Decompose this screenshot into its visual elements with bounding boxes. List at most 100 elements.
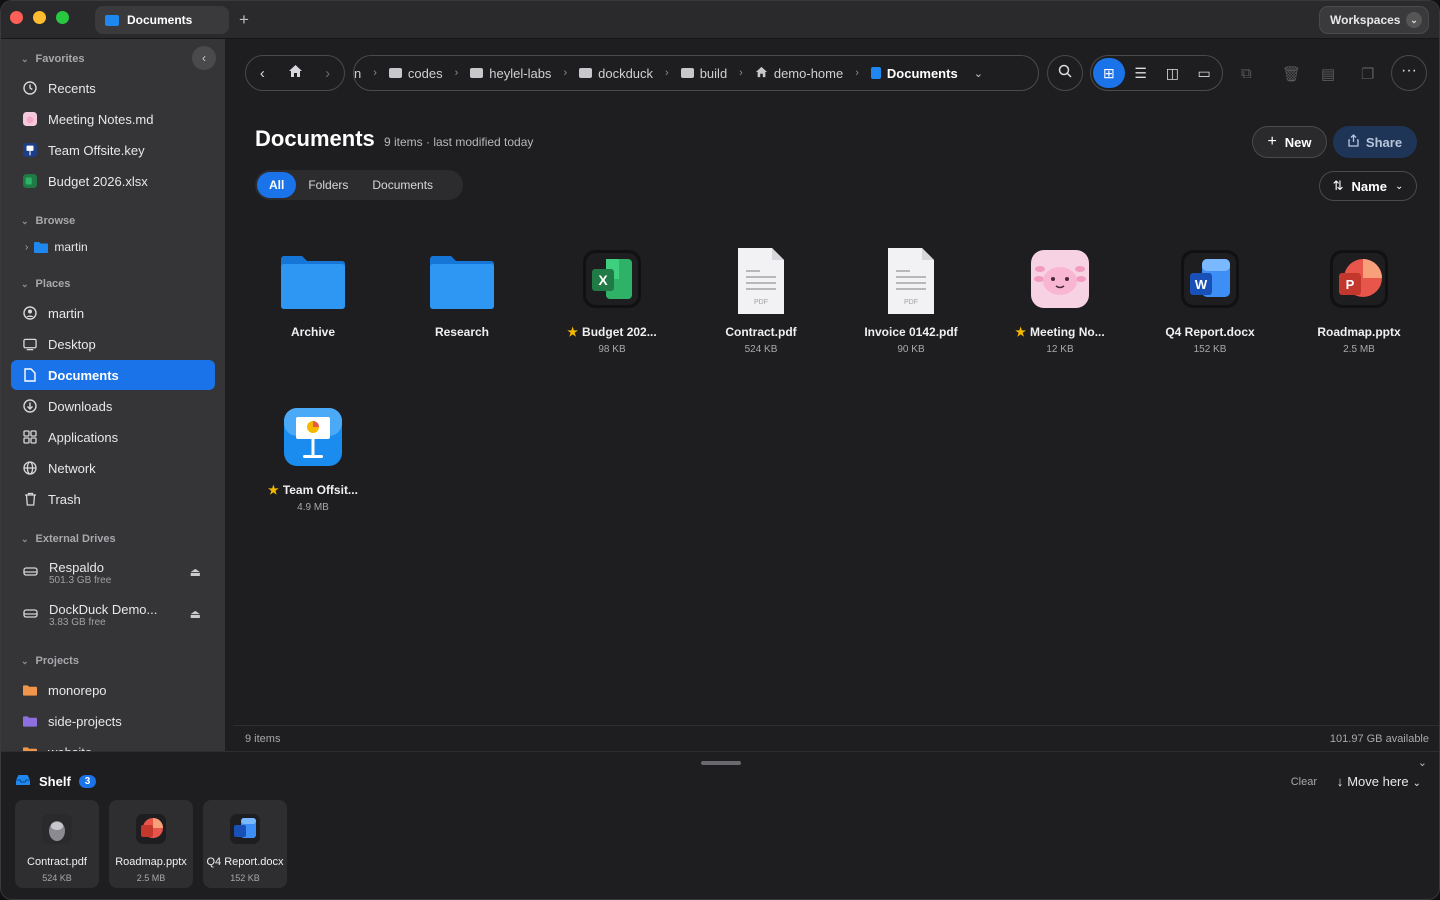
zoom-window-button[interactable]	[56, 11, 69, 24]
sidebar-section-browse[interactable]: ⌄ Browse	[21, 215, 75, 227]
section-label: Favorites	[35, 53, 85, 65]
gallery-view-icon[interactable]: ▭	[1188, 58, 1220, 88]
eject-icon[interactable]: ⏏	[190, 607, 201, 621]
grid-view-icon[interactable]: ⊞	[1093, 58, 1125, 88]
breadcrumb-item[interactable]: codes	[388, 66, 443, 81]
close-window-button[interactable]	[10, 11, 23, 24]
sidebar-section-favorites[interactable]: ⌄ Favorites	[21, 53, 84, 65]
sidebar-item-budget[interactable]: Budget 2026.xlsx	[11, 166, 215, 196]
word-icon: W	[1176, 247, 1244, 315]
more-options-button[interactable]: ···	[1391, 55, 1427, 91]
sidebar-item-browse-martin[interactable]: › martin	[11, 232, 215, 262]
file-item-roadmap[interactable]: P Roadmap.pptx 2.5 MB	[1294, 247, 1424, 355]
clear-shelf-button[interactable]: Clear	[1291, 776, 1317, 788]
list-view-icon[interactable]: ☰	[1125, 58, 1157, 88]
chevron-down-icon[interactable]: ⌄	[974, 67, 983, 80]
file-name: ★ Budget 202...	[547, 325, 677, 339]
breadcrumb-item[interactable]: dockduck	[579, 66, 653, 81]
copy-icon[interactable]: ❐	[1361, 65, 1374, 83]
tab-documents[interactable]: Documents	[95, 6, 229, 34]
breadcrumb-item-current[interactable]: Documents	[870, 65, 958, 81]
search-button[interactable]	[1047, 55, 1083, 91]
resize-handle[interactable]	[701, 761, 741, 765]
file-item-research[interactable]: Research	[397, 247, 527, 339]
archive-icon[interactable]: ▤	[1321, 65, 1335, 83]
file-item-archive[interactable]: Archive	[248, 247, 378, 339]
folder-icon	[470, 68, 484, 78]
back-button[interactable]: ‹	[246, 65, 279, 82]
sidebar-item-trash[interactable]: Trash	[11, 484, 215, 514]
sidebar-item-network[interactable]: Network	[11, 453, 215, 483]
keynote-icon	[279, 405, 347, 473]
breadcrumb-item[interactable]: demo-home	[755, 66, 843, 81]
globe-icon	[23, 461, 37, 475]
collapse-sidebar-button[interactable]: ‹	[192, 46, 216, 70]
file-item-team-offsite[interactable]: ★ Team Offsit... 4.9 MB	[248, 405, 378, 513]
file-name: Contract.pdf	[725, 325, 797, 339]
sidebar-section-external-drives[interactable]: ⌄ External Drives	[21, 533, 116, 545]
chevron-down-icon[interactable]: ⌄	[1418, 756, 1427, 769]
hard-drive-icon	[23, 564, 38, 582]
sidebar-section-places[interactable]: ⌄ Places	[21, 278, 70, 290]
sidebar-item-side-projects[interactable]: side-projects	[11, 706, 215, 736]
chevron-right-icon: ›	[739, 67, 743, 79]
document-icon	[870, 67, 881, 79]
file-name: Q4 Report.docx	[1165, 325, 1255, 339]
share-button[interactable]: Share	[1333, 126, 1417, 158]
breadcrumb-item[interactable]: n	[354, 66, 361, 81]
trash-icon[interactable]: 🗑	[1282, 65, 1301, 83]
shelf-item-roadmap[interactable]: Roadmap.pptx 2.5 MB	[109, 800, 193, 888]
section-label: External Drives	[35, 533, 116, 545]
shelf-item-q4-report[interactable]: Q4 Report.docx 152 KB	[203, 800, 287, 888]
shelf-panel: ⌄ Shelf 3 Clear ↓ Move here ⌄ Contract.pdf…	[1, 751, 1439, 899]
breadcrumb-label: dockduck	[598, 65, 654, 81]
eject-icon[interactable]: ⏏	[190, 565, 201, 579]
sidebar-section-projects[interactable]: ⌄ Projects	[21, 655, 79, 667]
file-item-q4-report[interactable]: W Q4 Report.docx 152 KB	[1145, 247, 1275, 355]
shelf-item-contract[interactable]: Contract.pdf 524 KB	[15, 800, 99, 888]
powerpoint-icon	[134, 812, 168, 846]
new-button[interactable]: + New	[1252, 126, 1327, 158]
column-view-icon[interactable]: ◫	[1157, 58, 1189, 88]
minimize-window-button[interactable]	[33, 11, 46, 24]
workspaces-button[interactable]: Workspaces ⌄	[1319, 6, 1429, 34]
breadcrumb-item[interactable]: build	[680, 66, 727, 81]
drive-free-space: 3.83 GB free	[49, 617, 106, 628]
svg-text:W: W	[1195, 277, 1208, 292]
file-item-meeting-notes[interactable]: ★ Meeting No... 12 KB	[995, 247, 1125, 355]
sidebar-item-documents[interactable]: Documents	[11, 360, 215, 390]
new-tab-button[interactable]: +	[239, 10, 249, 30]
sort-button[interactable]: ⇅ Name ⌄	[1319, 171, 1417, 201]
filter-folders[interactable]: Folders	[296, 172, 360, 198]
breadcrumb-item[interactable]: heylel-labs	[470, 66, 551, 81]
home-button[interactable]	[279, 64, 312, 82]
sidebar-item-website[interactable]: website	[11, 737, 215, 751]
sidebar-item-drive-dockduck[interactable]: DockDuck Demo... 3.83 GB free ⏏	[11, 595, 215, 635]
file-item-budget[interactable]: X ★ Budget 202... 98 KB	[547, 247, 677, 355]
sidebar-item-monorepo[interactable]: monorepo	[11, 675, 215, 705]
file-size: 4.9 MB	[297, 502, 329, 513]
sidebar-item-team-offsite[interactable]: Team Offsite.key	[11, 135, 215, 165]
sidebar-item-martin[interactable]: martin	[11, 298, 215, 328]
file-item-contract[interactable]: PDF Contract.pdf 524 KB	[696, 247, 826, 355]
sidebar-item-meeting-notes[interactable]: Meeting Notes.md	[11, 104, 215, 134]
breadcrumb-label: heylel-labs	[489, 65, 552, 81]
trash-icon	[23, 492, 37, 506]
filter-documents[interactable]: Documents	[360, 172, 445, 198]
breadcrumb-label: n	[354, 65, 362, 81]
sidebar-item-applications[interactable]: Applications	[11, 422, 215, 452]
move-here-button[interactable]: ↓ Move here ⌄	[1337, 774, 1421, 789]
svg-text:P: P	[1346, 277, 1355, 292]
tray-icon	[15, 774, 31, 789]
section-label: Projects	[35, 655, 79, 667]
sidebar-item-recents[interactable]: Recents	[11, 73, 215, 103]
sidebar-item-drive-respaldo[interactable]: Respaldo 501.3 GB free ⏏	[11, 553, 215, 593]
sidebar-item-downloads[interactable]: Downloads	[11, 391, 215, 421]
forward-button[interactable]: ›	[311, 65, 344, 82]
breadcrumb-label: Documents	[886, 65, 958, 81]
workspaces-label: Workspaces	[1330, 13, 1401, 27]
duplicate-icon[interactable]: ⧉	[1241, 65, 1252, 82]
file-item-invoice[interactable]: PDF Invoice 0142.pdf 90 KB	[846, 247, 976, 355]
filter-all[interactable]: All	[257, 172, 297, 198]
sidebar-item-desktop[interactable]: Desktop	[11, 329, 215, 359]
